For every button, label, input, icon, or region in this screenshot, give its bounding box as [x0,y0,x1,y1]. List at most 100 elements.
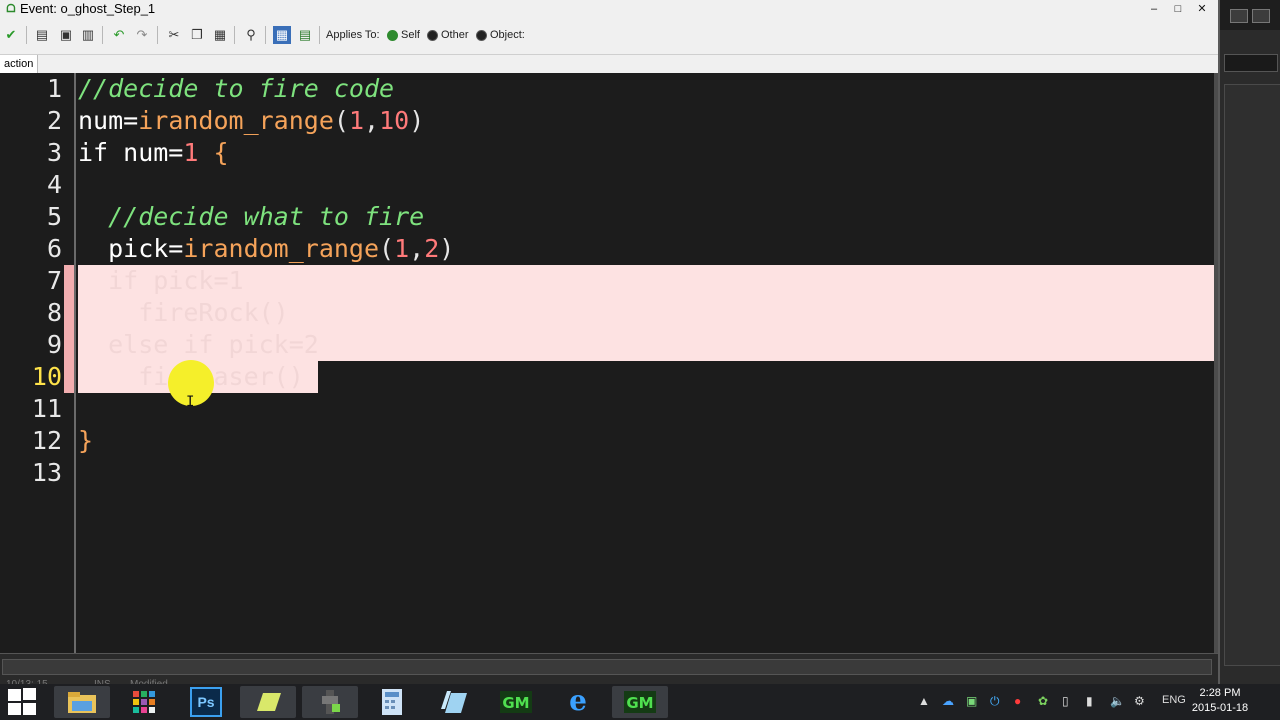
code-text: fireRock() [78,298,289,327]
network-cloud-icon[interactable]: ☁ [942,694,954,708]
minimize-button[interactable]: – [1142,0,1166,18]
horizontal-scrollbar[interactable] [0,653,1218,685]
open-icon[interactable]: ▤ [33,26,51,44]
taskbar-internet-explorer[interactable]: e [550,686,606,718]
svg-text:GM: GM [502,694,529,712]
tool-icon [322,690,340,714]
code-token-punc: ) [409,106,425,135]
close-button[interactable]: ✕ [1190,0,1214,18]
code-text: num=irandom_range(1,10) [78,105,424,137]
code-token-punc: , [409,234,425,263]
code-token-variable: num= [78,106,139,135]
clock-time: 2:28 PM [1199,687,1241,699]
taskbar-gamemaker[interactable]: GM [488,686,544,718]
cut-icon[interactable]: ✂ [165,26,183,44]
close-button[interactable] [1252,9,1270,23]
code-token-number: 2 [424,234,440,263]
restore-button[interactable] [1230,9,1248,23]
maximize-button[interactable]: □ [1166,0,1190,18]
gamemaker-tray-icon[interactable]: ▣ [966,694,977,708]
checkmark-icon[interactable]: ✔ [2,26,20,44]
windows-logo-tile [23,703,36,715]
update-icon[interactable]: ✿ [1038,694,1048,708]
code-view-icon[interactable]: ▦ [273,26,291,44]
taskbar-tool[interactable] [302,686,358,718]
code-text: else if pick=2 [78,330,319,359]
toolbar: ✔ ▤ ▣ ▥ ↶ ↷ ✂ ❐ ▦ ⚲ ▦ ▤ Applies To: Self… [0,18,1218,55]
taskbar-apps[interactable] [116,686,172,718]
volume-icon[interactable]: 🔈 [1110,694,1125,708]
code-line: 9 else if pick=2 [0,329,1214,361]
line-number: 6 [46,234,62,263]
text-cursor-icon: I [186,394,195,410]
search-icon[interactable]: ⚲ [242,26,260,44]
code-token-punc: , [364,106,380,135]
code-editor-window: ᗝ Event: o_ghost_Step_1 – □ ✕ ✔ ▤ ▣ ▥ ↶ … [0,0,1218,690]
scrollbar-thumb[interactable] [2,659,1212,675]
device-icon[interactable]: ▯ [1062,694,1069,708]
signal-icon[interactable]: ▮ [1086,694,1093,708]
code-token-punc: ( [333,106,349,135]
toolbar-divider [157,26,158,44]
code-token-brace: { [198,138,229,167]
undo-icon[interactable]: ↶ [110,26,128,44]
taskbar-file-explorer[interactable] [54,686,110,718]
code-token-function: irandom_range [183,234,380,263]
windows-logo-tile [8,703,21,715]
radio-self-indicator[interactable] [387,29,398,41]
taskbar-sticky-notes[interactable] [240,686,296,718]
show-hidden-icons-icon[interactable]: ▲ [918,694,930,708]
copy-icon[interactable]: ❐ [188,26,206,44]
redo-icon[interactable]: ↷ [133,26,151,44]
code-line: 12 } [0,425,1214,457]
toolbar-divider [234,26,235,44]
save-icon[interactable]: ▣ [57,26,75,44]
photoshop-icon: Ps [190,687,222,717]
code-token-punc: ( [379,234,395,263]
internet-explorer-icon: e [569,684,587,717]
taskbar-notes[interactable] [426,686,482,718]
taskbar-gamemaker-active[interactable]: GM [612,686,668,718]
toolbar-divider [26,26,27,44]
line-number: 4 [46,170,62,199]
code-token-variable: pick= [78,234,184,263]
sticky-notes-icon [257,693,281,711]
code-line: 5 //decide what to fire [0,201,1214,233]
start-button[interactable] [8,688,38,716]
power-icon[interactable]: ⏻ [990,694,1000,709]
radio-self[interactable]: Self [387,26,420,44]
taskbar-photoshop[interactable]: Ps [178,686,234,718]
windows-logo-tile [8,689,21,701]
script-icon[interactable]: ▤ [296,26,314,44]
code-token-punc: ) [439,234,455,263]
radio-other-indicator[interactable] [427,29,438,41]
system-clock[interactable]: 2:28 PM 2015-01-18 [1190,686,1250,716]
line-number: 7 [46,266,62,295]
background-field [1224,54,1278,72]
radio-object[interactable]: Object: [476,26,525,44]
usb-icon[interactable]: ⚙ [1134,694,1145,708]
language-indicator[interactable]: ENG [1162,694,1186,706]
radio-other[interactable]: Other [427,26,469,44]
record-icon[interactable]: ● [1014,694,1021,708]
code-line: 3 if num=1 { [0,137,1214,169]
toolbar-divider [319,26,320,44]
code-line: 7 if pick=1 [0,265,1214,297]
notes-icon [441,691,467,713]
background-window [1218,0,1280,684]
line-number: 11 [31,394,62,423]
code-token-number: 1 [183,138,199,167]
gamemaker-icon: GM [624,691,656,713]
code-line: 4 [0,169,1214,201]
clock-date: 2015-01-18 [1191,702,1249,714]
svg-text:GM: GM [626,694,653,712]
radio-object-indicator[interactable] [476,29,487,41]
tab-action[interactable]: action [0,55,39,73]
paste-icon[interactable]: ▦ [211,26,229,44]
code-text: //decide what to fire [78,202,425,231]
toolbar-divider [102,26,103,44]
code-text: //decide to fire code [78,74,395,103]
taskbar-calculator[interactable] [364,686,420,718]
print-icon[interactable]: ▥ [79,26,97,44]
title-bar[interactable]: ᗝ Event: o_ghost_Step_1 – □ ✕ [0,0,1218,18]
